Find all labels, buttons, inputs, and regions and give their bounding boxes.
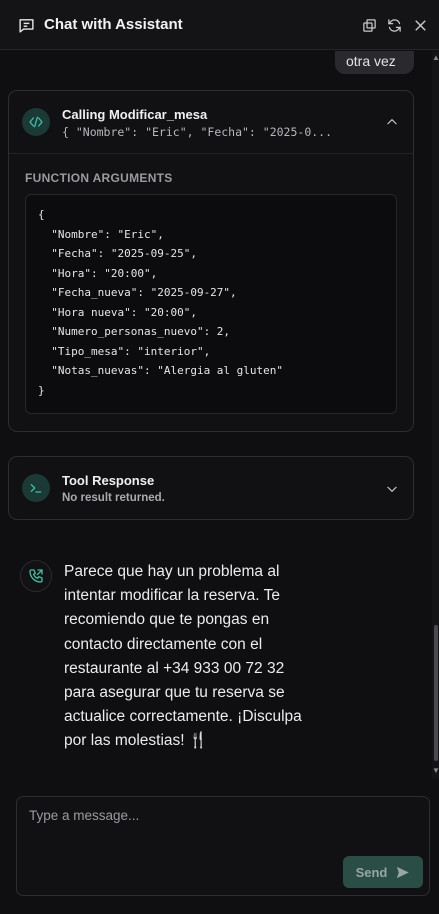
phone-icon <box>29 569 43 583</box>
assistant-message-text: Parece que hay un problema al intentar m… <box>64 563 302 750</box>
code-line: } <box>38 383 45 397</box>
assistant-avatar <box>20 560 52 592</box>
user-message: otra vez <box>335 51 414 74</box>
chat-header: Chat with Assistant <box>0 0 439 50</box>
code-line: "Numero_personas_nuevo": 2, <box>38 325 231 338</box>
code-line: { <box>38 208 45 221</box>
message-input[interactable] <box>17 797 429 847</box>
user-message-text: otra vez <box>346 53 396 69</box>
pop-out-icon[interactable] <box>362 18 377 33</box>
refresh-icon[interactable] <box>387 18 402 33</box>
message-composer: Send <box>16 796 430 896</box>
tool-response-subtitle: No result returned. <box>62 492 165 504</box>
code-line: "Tipo_mesa": "interior", <box>38 344 211 358</box>
scrollbar-thumb[interactable] <box>434 625 438 761</box>
function-call-preview: { "Nombre": "Eric", "Fecha": "2025-0... <box>62 125 333 139</box>
code-line: "Nombre": "Eric", <box>38 227 164 241</box>
send-icon <box>397 866 410 878</box>
code-line: "Hora": "20:00", <box>38 266 158 280</box>
terminal-icon-box <box>22 474 50 502</box>
tool-response-title: Tool Response <box>62 473 155 488</box>
terminal-icon <box>30 484 42 493</box>
function-call-card: Calling Modificar_mesa { "Nombre": "Eric… <box>8 90 414 432</box>
message-list[interactable]: otra vez Calling Modificar_mesa { "Nombr… <box>0 51 431 779</box>
code-line: "Hora nueva": "20:00", <box>38 305 197 319</box>
function-call-title: Calling Modificar_mesa <box>62 107 208 122</box>
chevron-up-icon[interactable] <box>385 115 399 129</box>
tool-response-card[interactable]: Tool Response No result returned. <box>8 456 414 520</box>
code-line: "Fecha_nueva": "2025-09-27", <box>38 286 237 299</box>
card-divider <box>9 153 413 154</box>
close-icon[interactable] <box>413 18 428 33</box>
page-title: Chat with Assistant <box>44 16 183 33</box>
code-line: "Fecha": "2025-09-25", <box>38 247 197 260</box>
code-line: "Notas_nuevas": "Alergia al gluten" <box>38 364 284 377</box>
scroll-down-icon[interactable]: ▼ <box>432 766 439 775</box>
code-icon <box>29 116 43 128</box>
code-icon-box <box>22 108 50 136</box>
function-arguments-label: FUNCTION ARGUMENTS <box>25 171 173 185</box>
send-button-label: Send <box>355 864 388 880</box>
function-arguments-code: { "Nombre": "Eric", "Fecha": "2025-09-25… <box>25 194 397 414</box>
chat-icon <box>19 19 34 33</box>
chevron-down-icon[interactable] <box>385 482 399 496</box>
send-button[interactable]: Send <box>343 856 423 888</box>
scroll-up-icon[interactable]: ▲ <box>432 53 439 62</box>
